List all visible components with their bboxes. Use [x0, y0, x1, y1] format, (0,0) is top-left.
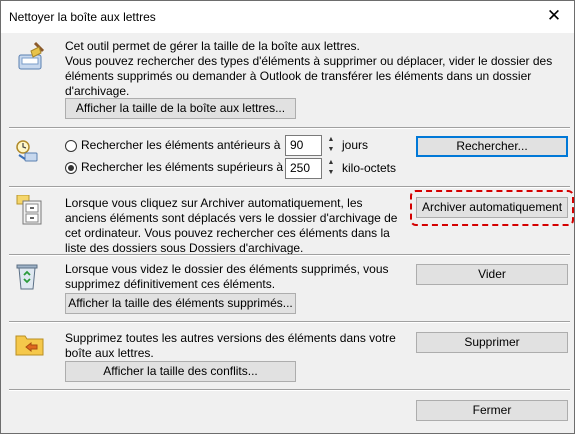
- larger-unit-label: kilo-octets: [342, 161, 397, 175]
- spin-up-icon[interactable]: ▲: [325, 135, 337, 145]
- older-items-label: Rechercher les éléments antérieurs à: [81, 138, 281, 152]
- search-button[interactable]: Rechercher...: [416, 136, 568, 157]
- title-bar: Nettoyer la boîte aux lettres ✕: [1, 1, 574, 33]
- separator: [9, 389, 570, 391]
- mailbox-broom-icon: [18, 41, 45, 70]
- window-title: Nettoyer la boîte aux lettres: [9, 10, 156, 24]
- older-days-input[interactable]: 90: [285, 135, 322, 156]
- separator: [9, 254, 570, 256]
- delete-button[interactable]: Supprimer: [416, 332, 568, 353]
- cleanup-dialog: Nettoyer la boîte aux lettres ✕ Cet outi…: [0, 0, 575, 434]
- section1-description: Cet outil permet de gérer la taille de l…: [65, 39, 553, 98]
- spin-up-icon[interactable]: ▲: [325, 158, 337, 168]
- older-unit-label: jours: [342, 138, 369, 152]
- larger-items-radio[interactable]: [65, 162, 77, 174]
- show-mailbox-size-button[interactable]: Afficher la taille de la boîte aux lettr…: [65, 98, 296, 119]
- larger-size-spinner[interactable]: ▲ ▼: [325, 158, 337, 179]
- section3-description: Lorsque vous cliquez sur Archiver automa…: [65, 196, 398, 255]
- close-button[interactable]: Fermer: [416, 400, 568, 421]
- separator: [9, 127, 570, 129]
- section5-description: Supprimez toutes les autres versions des…: [65, 331, 396, 360]
- search-clock-icon: [16, 140, 38, 162]
- close-icon[interactable]: ✕: [544, 6, 564, 26]
- separator: [9, 186, 570, 188]
- recycle-bin-icon: [16, 264, 38, 290]
- larger-items-label: Rechercher les éléments supérieurs à: [81, 160, 284, 174]
- show-conflicts-size-button[interactable]: Afficher la taille des conflits...: [65, 361, 296, 382]
- spin-down-icon[interactable]: ▼: [325, 168, 337, 178]
- older-items-radio[interactable]: [65, 140, 77, 152]
- spin-down-icon[interactable]: ▼: [325, 145, 337, 155]
- conflict-folder-icon: [15, 335, 44, 356]
- separator: [9, 321, 570, 323]
- empty-button[interactable]: Vider: [416, 264, 568, 285]
- older-days-spinner[interactable]: ▲ ▼: [325, 135, 337, 156]
- larger-size-input[interactable]: 250: [285, 158, 322, 179]
- show-deleted-size-button[interactable]: Afficher la taille des éléments supprimé…: [65, 293, 296, 314]
- highlight-box: [410, 190, 574, 226]
- radio-selected-dot: [68, 165, 74, 171]
- section4-description: Lorsque vous videz le dossier des élémen…: [65, 262, 389, 291]
- archive-cabinet-icon: [16, 195, 42, 225]
